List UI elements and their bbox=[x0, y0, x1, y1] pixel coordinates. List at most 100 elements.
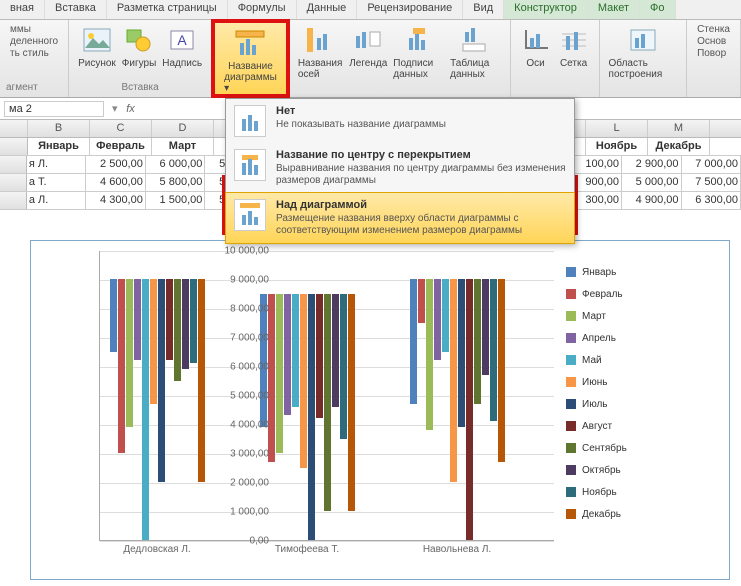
bar[interactable] bbox=[324, 294, 331, 512]
cell[interactable]: 4 600,00 bbox=[86, 174, 146, 191]
bar[interactable] bbox=[474, 279, 481, 404]
legend-item[interactable]: Август bbox=[566, 415, 721, 437]
cell[interactable]: Январь bbox=[28, 138, 90, 155]
bar[interactable] bbox=[340, 294, 347, 439]
tab-view[interactable]: Вид bbox=[463, 0, 504, 19]
cell[interactable]: 5 000,00 bbox=[622, 174, 682, 191]
bar[interactable] bbox=[276, 294, 283, 454]
bar[interactable] bbox=[174, 279, 181, 381]
ribbon-gridlines-button[interactable]: Сетка bbox=[555, 22, 593, 71]
bar[interactable] bbox=[418, 279, 425, 323]
column-header[interactable]: M bbox=[648, 120, 710, 137]
bar[interactable] bbox=[150, 279, 157, 404]
bar[interactable] bbox=[158, 279, 165, 482]
ribbon-data-labels-button[interactable]: Подписи данных bbox=[390, 22, 447, 82]
column-header[interactable]: B bbox=[28, 120, 90, 137]
bar[interactable] bbox=[182, 279, 189, 369]
bar[interactable] bbox=[316, 294, 323, 419]
cell[interactable]: 2 500,00 bbox=[86, 156, 146, 173]
ribbon-axes-button[interactable]: Оси bbox=[517, 22, 555, 71]
ribbon-picture-button[interactable]: Рисунок bbox=[75, 22, 119, 71]
bar[interactable] bbox=[142, 279, 149, 540]
cell[interactable]: 4 300,00 bbox=[86, 192, 146, 209]
tab-home[interactable]: вная bbox=[0, 0, 45, 19]
dd-option-above-chart[interactable]: Над диаграммойРазмещение названия вверху… bbox=[225, 192, 575, 244]
bar[interactable] bbox=[166, 279, 173, 360]
bar[interactable] bbox=[482, 279, 489, 375]
ribbon-textbox-button[interactable]: A Надпись bbox=[159, 22, 205, 71]
cell[interactable]: 5 800,00 bbox=[146, 174, 206, 191]
ribbon-shapes-button[interactable]: Фигуры bbox=[119, 22, 159, 71]
cell[interactable]: Февраль bbox=[90, 138, 152, 155]
cell[interactable]: 1 500,00 bbox=[146, 192, 206, 209]
bar[interactable] bbox=[292, 294, 299, 407]
cell[interactable]: а Т. bbox=[27, 174, 87, 191]
bar[interactable] bbox=[308, 294, 315, 541]
bar[interactable] bbox=[198, 279, 205, 482]
legend-item[interactable]: Январь bbox=[566, 261, 721, 283]
ribbon-plot-area-button[interactable]: Область построения bbox=[606, 22, 681, 82]
ribbon-chart-title-button[interactable]: Название диаграммы ▾ bbox=[212, 20, 289, 97]
bar[interactable] bbox=[434, 279, 441, 360]
tab-review[interactable]: Рецензирование bbox=[357, 0, 463, 19]
bar[interactable] bbox=[498, 279, 505, 462]
bar[interactable] bbox=[458, 279, 465, 427]
row-header[interactable] bbox=[0, 156, 27, 173]
column-header[interactable]: D bbox=[152, 120, 214, 137]
row-header[interactable] bbox=[0, 138, 28, 155]
bar[interactable] bbox=[190, 279, 197, 363]
cell[interactable]: Декабрь bbox=[648, 138, 710, 155]
cell[interactable]: 7 500,00 bbox=[682, 174, 741, 191]
ribbon-data-table-button[interactable]: Таблица данных bbox=[447, 22, 503, 82]
legend-item[interactable]: Май bbox=[566, 349, 721, 371]
legend-item[interactable]: Декабрь bbox=[566, 503, 721, 525]
bar[interactable] bbox=[410, 279, 417, 404]
bar[interactable] bbox=[300, 294, 307, 468]
bar[interactable] bbox=[110, 279, 117, 352]
tab-insert[interactable]: Вставка bbox=[45, 0, 107, 19]
cell[interactable]: 6 300,00 bbox=[682, 192, 741, 209]
legend-item[interactable]: Июнь bbox=[566, 371, 721, 393]
legend-item[interactable]: Ноябрь bbox=[566, 481, 721, 503]
dd-option-none[interactable]: НетНе показывать название диаграммы bbox=[226, 99, 574, 143]
column-header[interactable] bbox=[0, 120, 28, 137]
ribbon-axis-titles-button[interactable]: Названия осей bbox=[295, 22, 346, 82]
tab-data[interactable]: Данные bbox=[297, 0, 358, 19]
cell[interactable]: 6 000,00 bbox=[146, 156, 206, 173]
legend-item[interactable]: Март bbox=[566, 305, 721, 327]
name-box[interactable]: ма 2 bbox=[4, 101, 104, 117]
bar[interactable] bbox=[450, 279, 457, 482]
legend-item[interactable]: Февраль bbox=[566, 283, 721, 305]
tab-format[interactable]: Фо bbox=[640, 0, 675, 19]
legend-item[interactable]: Сентябрь bbox=[566, 437, 721, 459]
bar[interactable] bbox=[442, 279, 449, 352]
bar[interactable] bbox=[134, 279, 141, 360]
column-header[interactable]: C bbox=[90, 120, 152, 137]
cell[interactable]: а Л. bbox=[27, 192, 87, 209]
bar[interactable] bbox=[490, 279, 497, 421]
cell[interactable]: Ноябрь bbox=[586, 138, 648, 155]
legend-item[interactable]: Апрель bbox=[566, 327, 721, 349]
namebox-dropdown-icon[interactable]: ▾ bbox=[108, 102, 122, 115]
tab-layout[interactable]: Разметка страницы bbox=[107, 0, 228, 19]
bar[interactable] bbox=[348, 294, 355, 512]
bar[interactable] bbox=[284, 294, 291, 416]
legend-item[interactable]: Июль bbox=[566, 393, 721, 415]
cell[interactable]: 2 900,00 bbox=[622, 156, 682, 173]
bar[interactable] bbox=[268, 294, 275, 462]
cell[interactable]: 4 900,00 bbox=[622, 192, 682, 209]
bar[interactable] bbox=[126, 279, 133, 427]
bar[interactable] bbox=[466, 279, 473, 540]
cell[interactable]: 7 000,00 bbox=[682, 156, 741, 173]
bar[interactable] bbox=[426, 279, 433, 430]
bar[interactable] bbox=[332, 294, 339, 407]
chart-object[interactable]: ЯнварьФевральМартАпрельМайИюньИюльАвгуст… bbox=[30, 240, 730, 580]
ribbon-legend-button[interactable]: Легенда bbox=[346, 22, 390, 82]
legend-item[interactable]: Октябрь bbox=[566, 459, 721, 481]
tab-formulas[interactable]: Формулы bbox=[228, 0, 297, 19]
column-header[interactable]: L bbox=[586, 120, 648, 137]
fx-icon[interactable]: fx bbox=[122, 103, 140, 115]
cell[interactable]: Март bbox=[152, 138, 214, 155]
dd-option-centered-overlay[interactable]: Название по центру с перекрытиемВыравнив… bbox=[226, 143, 574, 193]
tab-chartlayout[interactable]: Макет bbox=[588, 0, 640, 19]
